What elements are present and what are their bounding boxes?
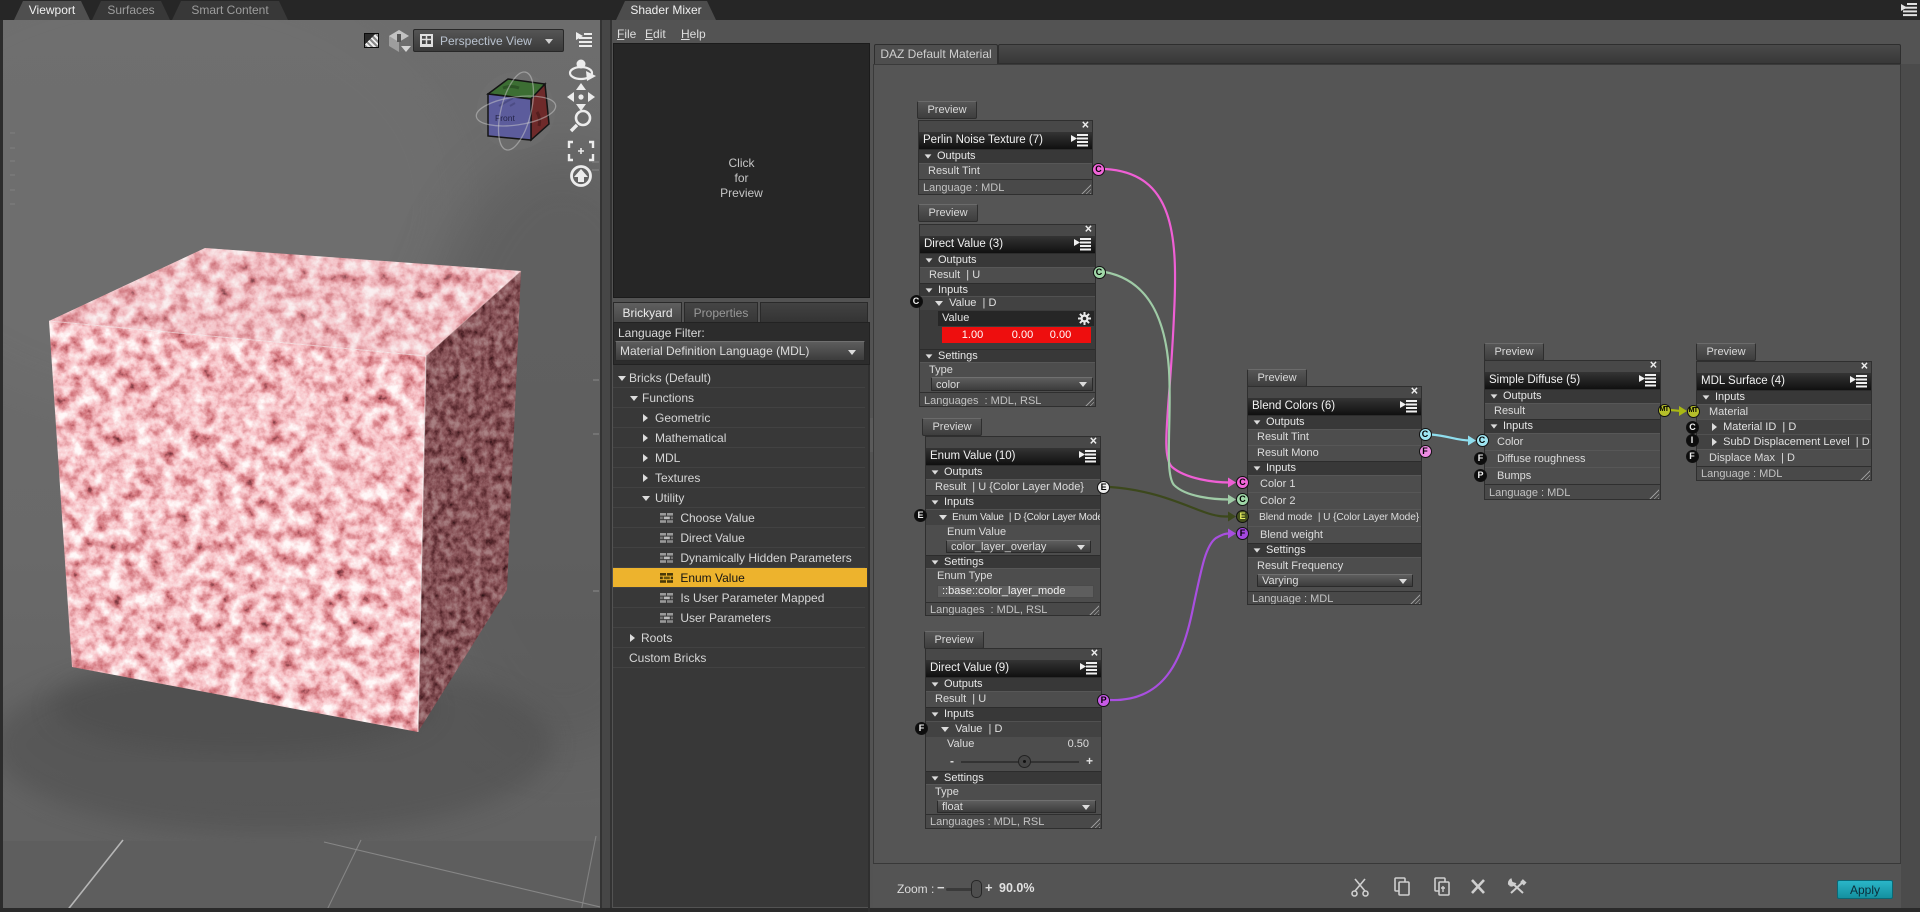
svg-text:Front: Front	[495, 113, 515, 123]
